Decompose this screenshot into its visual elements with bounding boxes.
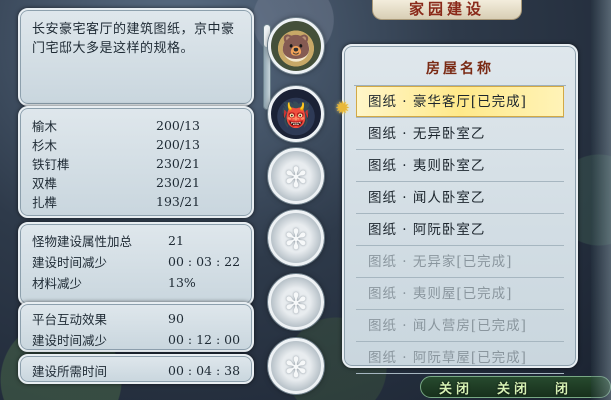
- platform-stats-panel: 平台互动效果 90 建设时间减少 00 : 12 : 00: [18, 302, 254, 352]
- stat-row: 建设所需时间 00 : 04 : 38: [32, 360, 242, 381]
- empty-portrait-slot[interactable]: [268, 338, 324, 394]
- material-value: 200/13: [156, 118, 200, 133]
- material-value: 230/21: [156, 175, 200, 190]
- stat-row: 建设时间减少 00 : 03 : 22: [32, 251, 242, 272]
- material-name: 扎榫: [32, 195, 58, 210]
- material-name: 铁钉榫: [32, 157, 70, 172]
- monster-portrait-beast[interactable]: 👹: [268, 86, 324, 142]
- material-row: 铁钉榫 230/21: [32, 154, 242, 173]
- material-row: 杉木 200/13: [32, 135, 242, 154]
- empty-portrait-slot[interactable]: [268, 274, 324, 330]
- stat-name: 怪物建设属性加总: [32, 234, 133, 249]
- empty-portrait-slot[interactable]: [268, 210, 324, 266]
- total-time-panel: 建设所需时间 00 : 04 : 38: [18, 354, 254, 384]
- list-item-completed[interactable]: 图纸 · 闻人营房[已完成]: [356, 310, 564, 342]
- list-header: 房屋名称: [354, 46, 566, 86]
- stat-value: 13%: [168, 275, 196, 290]
- stat-name: 材料减少: [32, 276, 83, 291]
- list-item[interactable]: 图纸 · 无异卧室乙: [356, 118, 564, 150]
- monster-stats-panel: 怪物建设属性加总 21 建设时间减少 00 : 03 : 22 材料减少 13%: [18, 222, 254, 306]
- selection-cursor-icon: ✹: [335, 98, 351, 119]
- bottom-button-bar: 关闭 关闭 闭: [420, 376, 611, 398]
- list-item-selected[interactable]: 图纸 · 豪华客厅[已完成]: [356, 86, 564, 118]
- list-item-completed[interactable]: 图纸 · 夷则屋[已完成]: [356, 278, 564, 310]
- stat-value: 90: [168, 311, 184, 326]
- material-name: 杉木: [32, 138, 58, 153]
- stat-row: 怪物建设属性加总 21: [32, 230, 242, 251]
- stat-value: 00 : 03 : 22: [168, 254, 241, 269]
- stat-row: 平台互动效果 90: [32, 308, 242, 329]
- material-value: 230/21: [156, 156, 200, 171]
- list-item-completed[interactable]: 图纸 · 无异家[已完成]: [356, 246, 564, 278]
- monster-portrait-column: 🐻 👹: [262, 12, 334, 394]
- frame-decoration: [591, 0, 611, 400]
- stat-name: 建设时间减少: [32, 255, 108, 270]
- house-list-panel: 房屋名称 图纸 · 豪华客厅[已完成] 图纸 · 无异卧室乙 图纸 · 夷则卧室…: [342, 44, 578, 374]
- empty-portrait-slot[interactable]: [268, 148, 324, 204]
- stat-value: 00 : 12 : 00: [168, 332, 241, 347]
- monster-portrait-bear[interactable]: 🐻: [268, 18, 324, 74]
- list-item[interactable]: 图纸 · 阿阮卧室乙: [356, 214, 564, 246]
- stat-value: 00 : 04 : 38: [168, 363, 241, 378]
- close-button[interactable]: 关闭: [439, 378, 473, 397]
- materials-panel: 榆木 200/13 杉木 200/13 铁钉榫 230/21 双榫 230/21 扎榫 1…: [18, 106, 254, 218]
- material-name: 双榫: [32, 176, 58, 191]
- stat-name: 建设所需时间: [32, 364, 108, 379]
- blueprint-description: 长安豪宅客厅的建筑图纸，京中豪门宅邸大多是这样的规格。: [32, 22, 235, 56]
- stat-name: 平台互动效果: [32, 312, 108, 327]
- material-value: 193/21: [156, 194, 200, 209]
- list-item-completed[interactable]: 图纸 · 阿阮草屋[已完成]: [356, 342, 564, 374]
- material-row: 扎榫 193/21: [32, 192, 242, 211]
- list-item[interactable]: 图纸 · 夷则卧室乙: [356, 150, 564, 182]
- material-value: 200/13: [156, 137, 200, 152]
- close-button-tertiary[interactable]: 闭: [555, 378, 572, 397]
- material-name: 榆木: [32, 119, 58, 134]
- stat-name: 建设时间减少: [32, 333, 108, 348]
- stat-row: 材料减少 13%: [32, 272, 242, 293]
- bear-icon: 🐻: [281, 33, 311, 61]
- material-row: 双榫 230/21: [32, 173, 242, 192]
- material-row: 榆木 200/13: [32, 116, 242, 135]
- close-button-secondary[interactable]: 关闭: [497, 378, 531, 397]
- stat-row: 建设时间减少 00 : 12 : 00: [32, 329, 242, 350]
- beast-icon: 👹: [281, 101, 311, 129]
- blueprint-description-panel: 长安豪宅客厅的建筑图纸，京中豪门宅邸大多是这样的规格。: [18, 8, 271, 110]
- window-title: 家园建设: [372, 0, 522, 20]
- stat-value: 21: [168, 233, 184, 248]
- list-item[interactable]: 图纸 · 闻人卧室乙: [356, 182, 564, 214]
